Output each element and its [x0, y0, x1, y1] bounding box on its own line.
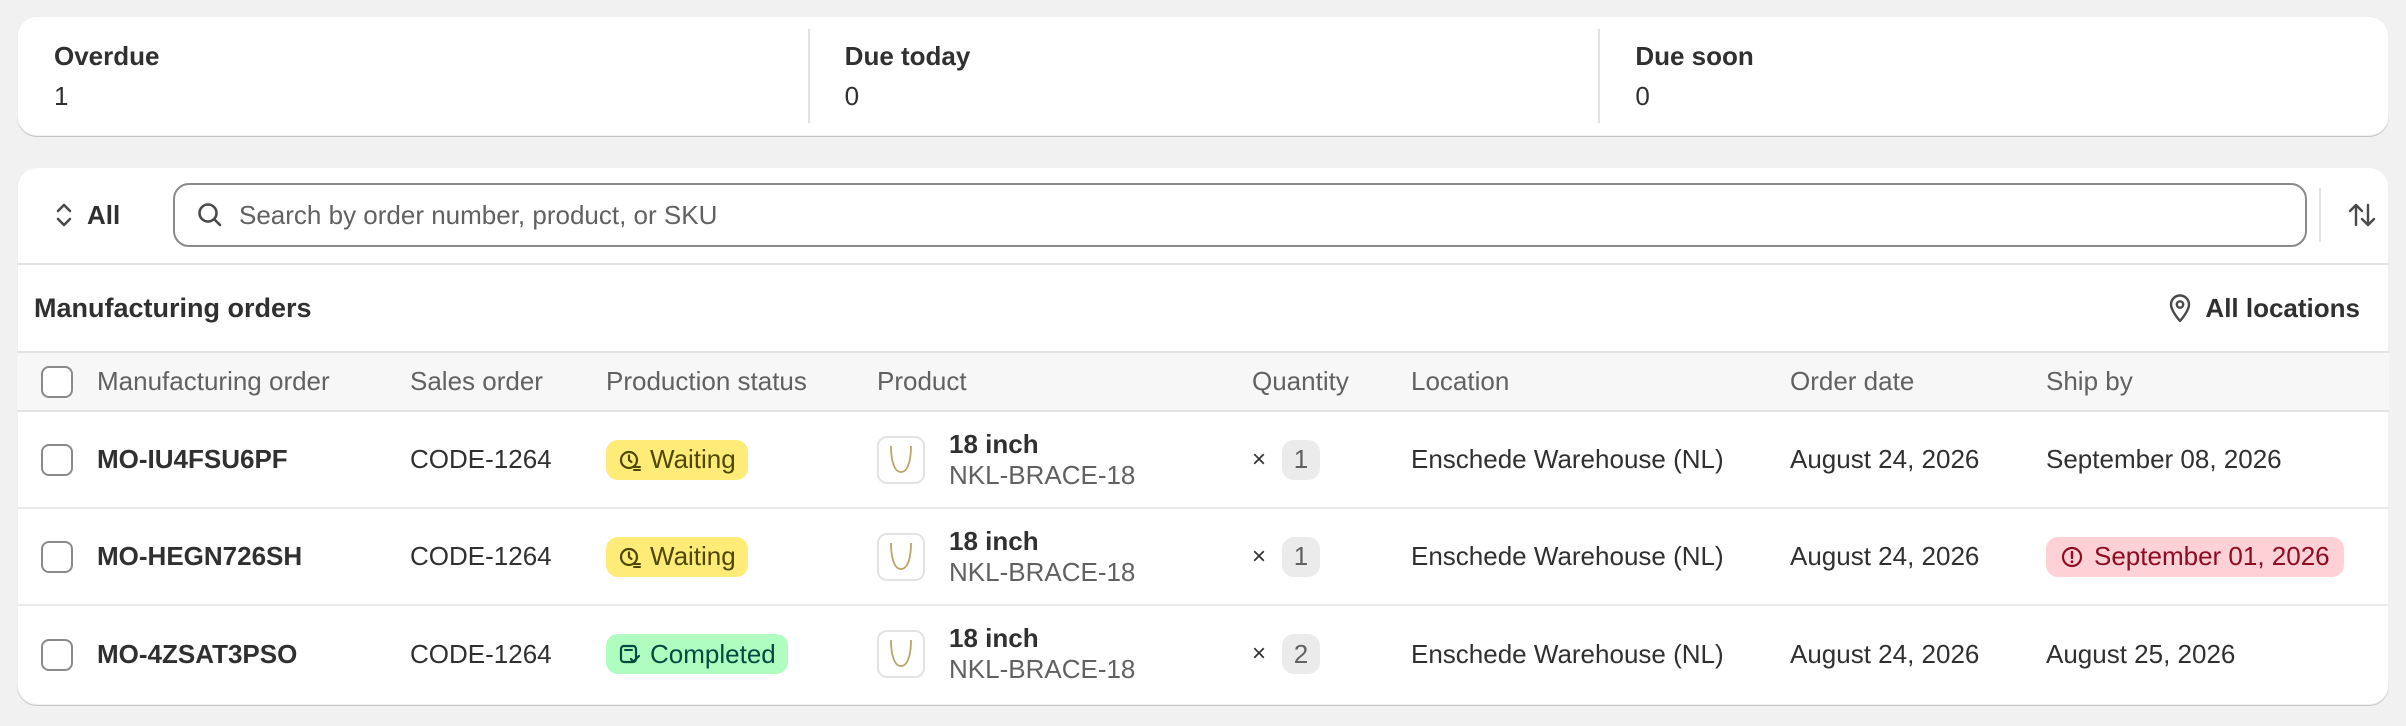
view-filter-button[interactable]: All [53, 190, 153, 240]
toolbar: All [17, 167, 2389, 265]
status-badge: Completed [606, 634, 788, 674]
order-date: August 24, 2026 [1790, 541, 1980, 571]
search-icon [198, 203, 222, 227]
column-header-order-date[interactable]: Order date [1790, 353, 2046, 411]
sales-order: CODE-1264 [410, 541, 552, 571]
table-header-row: Manufacturing order Sales order Producti… [17, 353, 2389, 411]
product-thumbnail [877, 630, 925, 678]
multiply-sign: × [1252, 445, 1267, 473]
metric-value: 0 [844, 81, 860, 111]
product-thumbnail [877, 435, 925, 484]
metric-value: 1 [54, 81, 69, 111]
product-name: 18 inch [949, 428, 1039, 459]
status-badge: Waiting [606, 536, 748, 577]
clock-waiting-icon [619, 547, 641, 568]
sort-arrows-icon [2348, 203, 2376, 227]
select-all-checkbox[interactable] [41, 366, 73, 399]
ship-by-date: September 01, 2026 [2094, 541, 2330, 571]
search-field[interactable] [173, 183, 2307, 247]
product-name: 18 inch [949, 623, 1039, 653]
product-sku: NKL-BRACE-18 [949, 654, 1136, 684]
metric-label: Due today [844, 41, 971, 71]
metric-label: Overdue [54, 41, 160, 71]
mo-number[interactable]: MO-IU4FSU6PF [97, 411, 410, 508]
table-row[interactable]: MO-HEGN726SH CODE-1264 Waiting 18 inch N… [17, 508, 2389, 605]
product-thumbnail [877, 532, 925, 581]
metric-due-today[interactable]: Due today 0 [807, 16, 1599, 136]
product-sku: NKL-BRACE-18 [949, 556, 1136, 587]
necklace-icon [890, 639, 912, 667]
sales-order: CODE-1264 [410, 638, 552, 669]
ship-by-date: August 25, 2026 [2046, 638, 2236, 669]
status-label: Completed [650, 638, 776, 669]
clock-waiting-icon [619, 450, 641, 471]
table-row[interactable]: MO-IU4FSU6PF CODE-1264 Waiting 18 inch N… [17, 411, 2389, 508]
location-pin-icon [2170, 294, 2191, 323]
column-header-location[interactable]: Location [1411, 353, 1790, 411]
location: Enschede Warehouse (NL) [1411, 541, 1724, 571]
quantity-cell: × 1 [1252, 536, 1411, 577]
location: Enschede Warehouse (NL) [1411, 444, 1724, 474]
row-checkbox[interactable] [41, 444, 73, 477]
package-check-icon [619, 644, 641, 664]
row-checkbox[interactable] [41, 541, 73, 574]
sort-button[interactable] [2337, 190, 2387, 240]
mo-number[interactable]: MO-4ZSAT3PSO [97, 605, 410, 702]
sales-order: CODE-1264 [410, 444, 552, 474]
multiply-sign: × [1252, 542, 1267, 570]
product-cell: 18 inch NKL-BRACE-18 [877, 429, 1252, 491]
quantity-cell: × 1 [1252, 439, 1411, 480]
product-sku: NKL-BRACE-18 [949, 459, 1136, 490]
metric-overdue[interactable]: Overdue 1 [17, 16, 808, 136]
chevron-up-down-icon [56, 203, 72, 227]
status-label: Waiting [650, 541, 736, 571]
product-cell: 18 inch NKL-BRACE-18 [877, 623, 1252, 685]
column-header-mo[interactable]: Manufacturing order [97, 353, 410, 411]
orders-table: Manufacturing order Sales order Producti… [17, 353, 2389, 702]
location: Enschede Warehouse (NL) [1411, 638, 1724, 669]
metric-label: Due soon [1635, 41, 1754, 71]
table-row[interactable]: MO-4ZSAT3PSO CODE-1264 Completed 18 inch… [17, 605, 2389, 702]
necklace-icon [890, 542, 912, 570]
ship-by-date: September 08, 2026 [2046, 444, 2282, 474]
necklace-icon [890, 445, 912, 473]
metric-value: 0 [1635, 81, 1650, 111]
column-header-sales[interactable]: Sales order [410, 353, 606, 411]
metric-due-soon[interactable]: Due soon 0 [1598, 16, 2389, 136]
column-header-product[interactable]: Product [877, 353, 1252, 411]
section-header: Manufacturing orders All locations [17, 265, 2389, 353]
column-header-status[interactable]: Production status [606, 353, 877, 411]
mo-number[interactable]: MO-HEGN726SH [97, 508, 410, 605]
column-header-quantity[interactable]: Quantity [1252, 353, 1411, 411]
all-locations-label: All locations [2205, 292, 2360, 323]
search-input[interactable] [239, 199, 2305, 231]
order-date: August 24, 2026 [1790, 638, 1980, 669]
row-checkbox[interactable] [41, 638, 73, 671]
column-header-ship-by[interactable]: Ship by [2046, 353, 2389, 411]
quantity-value: 1 [1282, 439, 1321, 480]
status-badge: Waiting [606, 439, 748, 480]
quantity-cell: × 2 [1252, 634, 1411, 674]
status-label: Waiting [650, 444, 736, 474]
ship-by-overdue-badge: September 01, 2026 [2046, 536, 2344, 577]
multiply-sign: × [1252, 640, 1267, 667]
product-cell: 18 inch NKL-BRACE-18 [877, 526, 1252, 588]
section-title: Manufacturing orders [34, 292, 312, 323]
view-filter-label: All [87, 199, 121, 230]
all-locations-button[interactable]: All locations [2155, 284, 2372, 332]
quantity-value: 1 [1282, 536, 1321, 577]
order-date: August 24, 2026 [1790, 444, 1980, 474]
toolbar-divider [2319, 188, 2321, 242]
quantity-value: 2 [1282, 634, 1321, 674]
metrics-card: Overdue 1 Due today 0 Due soon 0 [17, 16, 2389, 136]
product-name: 18 inch [949, 525, 1039, 556]
orders-card: All Manufacturing orders All locations [17, 167, 2389, 705]
alert-circle-icon [2061, 546, 2083, 567]
